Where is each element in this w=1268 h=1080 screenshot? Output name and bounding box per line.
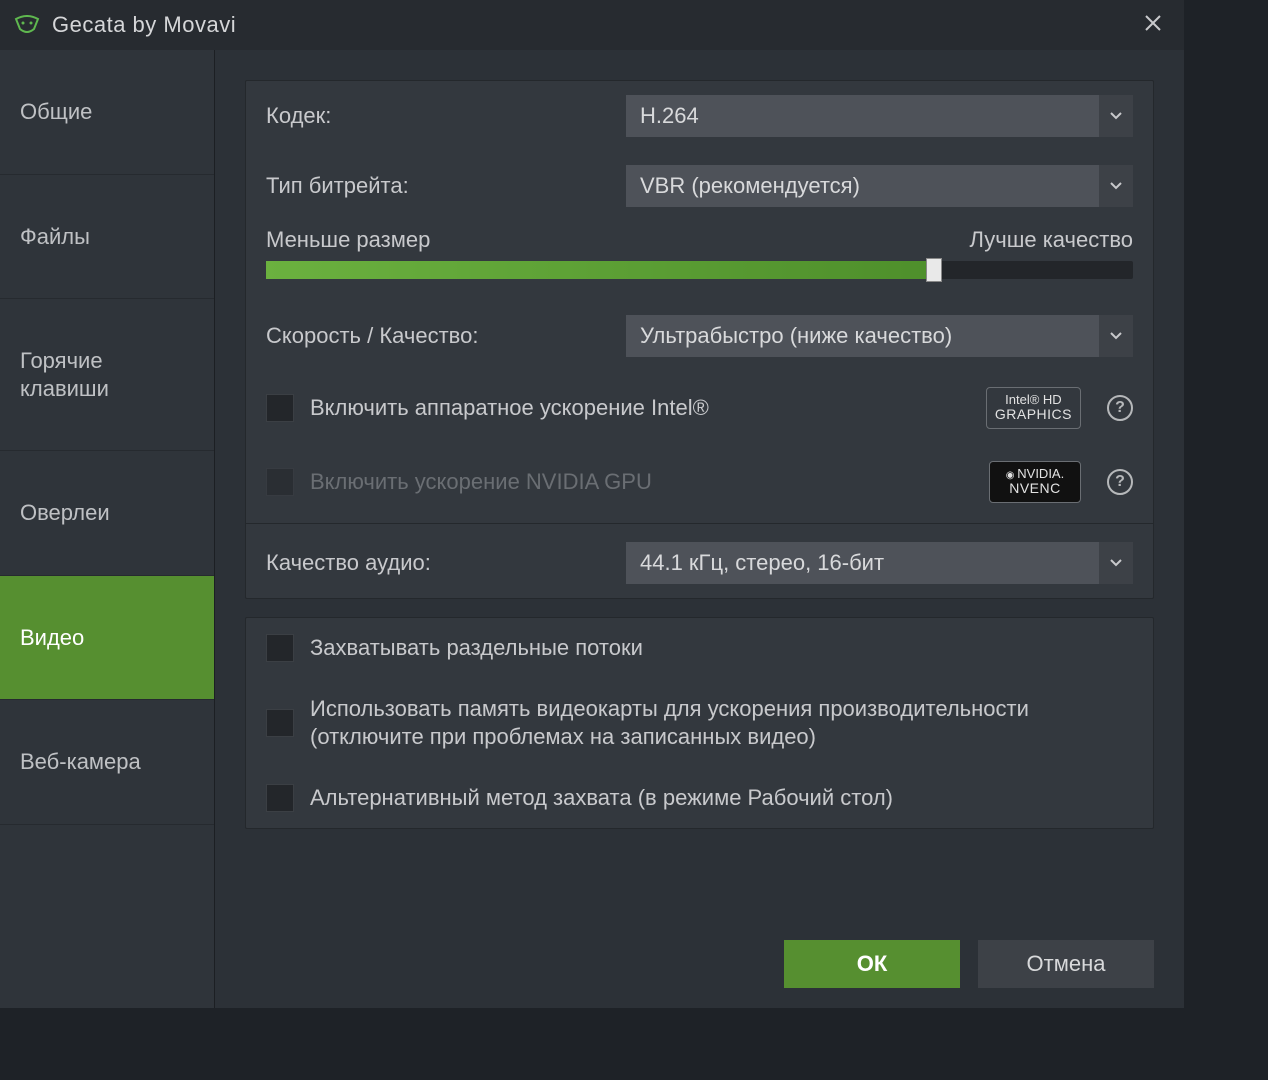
chevron-down-icon — [1099, 542, 1133, 584]
separate-streams-label: Захватывать раздельные потоки — [310, 634, 1133, 663]
speed-quality-value: Ультрабыстро (ниже качество) — [640, 323, 952, 349]
alt-capture-checkbox[interactable] — [266, 784, 294, 812]
intel-help-icon[interactable]: ? — [1107, 395, 1133, 421]
chevron-down-icon — [1099, 315, 1133, 357]
nvidia-help-icon[interactable]: ? — [1107, 469, 1133, 495]
intel-hw-label: Включить аппаратное ускорение Intel® — [310, 394, 970, 423]
settings-content: Кодек: H.264 Тип битрейта: VBR (рекоменд… — [215, 50, 1184, 1008]
intel-badge: Intel® HD GRAPHICS — [986, 387, 1081, 429]
ok-button[interactable]: ОК — [784, 940, 960, 988]
speed-quality-select[interactable]: Ультрабыстро (ниже качество) — [626, 315, 1133, 357]
app-logo-icon — [14, 15, 40, 35]
nvidia-hw-label: Включить ускорение NVIDIA GPU — [310, 468, 973, 497]
codec-label: Кодек: — [266, 103, 626, 129]
chevron-down-icon — [1099, 95, 1133, 137]
audio-quality-select[interactable]: 44.1 кГц, стерео, 16-бит — [626, 542, 1133, 584]
speed-quality-label: Скорость / Качество: — [266, 323, 626, 349]
slider-right-label: Лучше качество — [970, 227, 1133, 253]
cancel-button[interactable]: Отмена — [978, 940, 1154, 988]
sidebar-item-general[interactable]: Общие — [0, 50, 214, 175]
alt-capture-label: Альтернативный метод захвата (в режиме Р… — [310, 784, 1133, 813]
audio-quality-label: Качество аудио: — [266, 550, 626, 576]
slider-thumb[interactable] — [926, 258, 942, 282]
sidebar-item-label: Веб-камера — [20, 749, 141, 774]
capture-options-panel: Захватывать раздельные потоки Использова… — [245, 617, 1154, 829]
video-encoding-panel: Кодек: H.264 Тип битрейта: VBR (рекоменд… — [245, 80, 1154, 599]
close-icon — [1144, 14, 1162, 32]
chevron-down-icon — [1099, 165, 1133, 207]
audio-quality-value: 44.1 кГц, стерео, 16-бит — [640, 550, 884, 576]
nvidia-badge: ◉ NVIDIA. NVENC — [989, 461, 1081, 503]
quality-slider[interactable] — [266, 261, 1133, 279]
sidebar-item-label: Общие — [20, 99, 92, 124]
gpu-memory-checkbox[interactable] — [266, 709, 294, 737]
codec-select[interactable]: H.264 — [626, 95, 1133, 137]
slider-fill — [266, 261, 934, 279]
titlebar: Gecata by Movavi — [0, 0, 1184, 50]
sidebar-item-label: Оверлеи — [20, 500, 110, 525]
separate-streams-checkbox[interactable] — [266, 634, 294, 662]
sidebar-item-label: Файлы — [20, 224, 90, 249]
bitrate-type-value: VBR (рекомендуется) — [640, 173, 860, 199]
bitrate-type-select[interactable]: VBR (рекомендуется) — [626, 165, 1133, 207]
close-button[interactable] — [1136, 7, 1170, 43]
intel-hw-checkbox[interactable] — [266, 394, 294, 422]
sidebar-item-label: Видео — [20, 625, 84, 650]
slider-left-label: Меньше размер — [266, 227, 430, 253]
settings-sidebar: Общие Файлы Горячие клавиши Оверлеи Виде… — [0, 50, 215, 1008]
sidebar-item-webcam[interactable]: Веб-камера — [0, 700, 214, 825]
window-title: Gecata by Movavi — [52, 12, 236, 38]
sidebar-item-label: Горячие клавиши — [20, 348, 109, 401]
sidebar-item-hotkeys[interactable]: Горячие клавиши — [0, 299, 214, 451]
dialog-footer: ОК Отмена — [245, 920, 1154, 988]
bitrate-type-label: Тип битрейта: — [266, 173, 626, 199]
gpu-memory-label: Использовать память видеокарты для ускор… — [310, 695, 1133, 752]
sidebar-item-video[interactable]: Видео — [0, 576, 214, 701]
nvidia-hw-checkbox — [266, 468, 294, 496]
codec-value: H.264 — [640, 103, 699, 129]
sidebar-item-files[interactable]: Файлы — [0, 175, 214, 300]
sidebar-item-overlays[interactable]: Оверлеи — [0, 451, 214, 576]
